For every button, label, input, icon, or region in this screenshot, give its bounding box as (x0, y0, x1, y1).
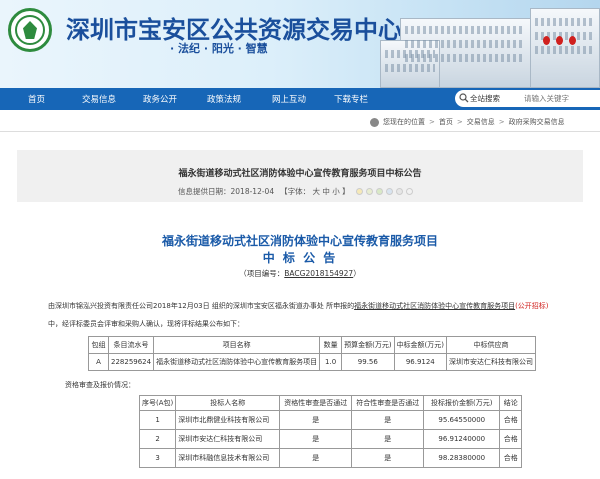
table-cell: 深圳市安达仁科技有限公司 (175, 429, 281, 449)
table-cell: 是 (279, 448, 353, 468)
table-cell: 1.0 (319, 353, 343, 371)
table-cell: 合格 (499, 448, 523, 468)
table-header-cell: 投标人名称 (175, 395, 281, 411)
table-header-cell: 序号(A包) (138, 395, 177, 411)
table-cell: 98.28380000 (423, 448, 501, 468)
font-size-small[interactable]: 小 (332, 187, 340, 196)
table-cell: 合格 (499, 410, 523, 430)
font-size-large[interactable]: 大 (312, 187, 320, 196)
qualification-heading: 资格审查及报价情况： (65, 381, 135, 389)
table-cell: 深圳市科融信息技术有限公司 (175, 448, 281, 468)
breadcrumb: 您现在的位置 > 首页 > 交易信息 > 政府采购交易信息 (370, 115, 565, 129)
project-code: （项目编号：BACG2018154927） (239, 269, 361, 278)
table-row: 3 深圳市科融信息技术有限公司是是 98.28380000 合格 (138, 448, 523, 468)
search-input[interactable] (524, 91, 600, 106)
bg-color-option[interactable] (395, 188, 403, 195)
project-link[interactable]: 福永街道移动式社区消防体验中心宣传教育服务项目 (354, 302, 515, 310)
qualification-table: 序号(A包) 投标人名称 资格性审查是否通过 符合性审查是否通过 投标报价金额(万元) 结… (138, 395, 523, 468)
table-header-cell: 符合性审查是否通过 (351, 395, 425, 411)
bg-color-option[interactable] (385, 188, 393, 195)
notice-subheading: 中 标 公 告 (262, 251, 338, 265)
background-color-picker (355, 188, 413, 195)
notice-paragraph-2: 中，经评标委员会评审和采购人确认，现将评标结果公布如下： (48, 320, 244, 328)
breadcrumb-gov-procurement[interactable]: 政府采购交易信息 (509, 117, 565, 127)
nav-policy[interactable]: 政策法规 (207, 93, 241, 105)
site-logo[interactable] (8, 8, 52, 52)
breadcrumb-prefix: 您现在的位置 (383, 118, 425, 126)
table-cell: 99.56 (341, 353, 395, 371)
table-cell: 是 (351, 429, 425, 449)
table-cell: 深圳市安达仁科技有限公司 (446, 353, 537, 371)
table-cell: 合格 (499, 429, 523, 449)
table-header-cell: 资格性审查是否通过 (279, 395, 353, 411)
table-cell: 96.9124 (393, 353, 448, 371)
table-header-cell: 结论 (499, 395, 523, 411)
table-cell: 是 (279, 410, 353, 430)
breadcrumb-home[interactable]: 首页 (439, 117, 453, 127)
site-header: 深圳市宝安区公共资源交易中心 · 法纪 · 阳光 · 智慧 (0, 0, 600, 88)
bg-color-option[interactable] (375, 188, 383, 195)
table-cell: 是 (279, 429, 353, 449)
table-cell: A (88, 353, 109, 371)
table-row: 2 深圳市安达仁科技有限公司是是 96.91240000 合格 (138, 429, 523, 449)
table-cell: 是 (351, 448, 425, 468)
nav-gov-open[interactable]: 政务公开 (143, 93, 177, 105)
table-cell: 2 (138, 429, 177, 449)
location-icon (370, 117, 379, 127)
building-illustration (380, 0, 600, 88)
table-header-cell: 项目名称 (153, 336, 321, 354)
font-size-medium[interactable]: 中 (322, 187, 330, 196)
table-header-cell: 中标金额(万元) (393, 336, 448, 354)
table-cell: 深圳市北鼎健业科技有限公司 (175, 410, 281, 430)
table-cell: 96.91240000 (423, 429, 501, 449)
table-cell: 1 (138, 410, 177, 430)
announcement-meta: 信息提供日期：2018-12-04 【字体： 大 中 小 】 (178, 186, 413, 197)
nav-downloads[interactable]: 下载专栏 (334, 93, 368, 105)
table-cell: 228259624 (107, 353, 155, 371)
table-header-cell: 预算金额(万元) (341, 336, 395, 354)
search-icon[interactable] (459, 93, 469, 103)
table-cell: 3 (138, 448, 177, 468)
project-code-value: BACG2018154927 (284, 269, 354, 278)
award-result-table: 包组 条目流水号 项目名称 数量 预算金额(万元) 中标金额(万元) 中标供应商 A 2282… (88, 336, 537, 371)
bg-color-option[interactable] (355, 188, 363, 195)
nav-interaction[interactable]: 网上互动 (272, 93, 306, 105)
search-label: 全站搜索 (470, 94, 500, 103)
font-size-label: 【字体： (280, 187, 311, 196)
publish-date: 信息提供日期：2018-12-04 (178, 187, 275, 196)
announcement-title: 福永街道移动式社区消防体验中心宣传教育服务项目中标公告 (178, 169, 422, 179)
notice-heading: 福永街道移动式社区消防体验中心宣传教育服务项目 (161, 234, 438, 248)
nav-trade-info[interactable]: 交易信息 (82, 93, 116, 105)
notice-paragraph-1: 由深圳市锦泓兴投资有限责任公司2018年12月03日 组织的深圳市宝安区福永街道… (48, 302, 549, 310)
divider (0, 131, 600, 132)
breadcrumb-trade-info[interactable]: 交易信息 (467, 117, 495, 127)
table-row: A 228259624 福永街道移动式社区消防体验中心宣传教育服务项目 1.0 99.5… (88, 353, 537, 371)
bg-color-option[interactable] (365, 188, 373, 195)
table-header-cell: 条目流水号 (107, 336, 155, 354)
table-header-cell: 投标报价金额(万元) (423, 395, 501, 411)
bg-color-option[interactable] (405, 188, 413, 195)
table-header-cell: 包组 (88, 336, 109, 354)
table-cell: 95.64550000 (423, 410, 501, 430)
nav-home[interactable]: 首页 (28, 93, 45, 105)
table-cell: 福永街道移动式社区消防体验中心宣传教育服务项目 (153, 353, 321, 371)
table-header-cell: 中标供应商 (446, 336, 537, 354)
table-cell: 是 (351, 410, 425, 430)
table-row: 1 深圳市北鼎健业科技有限公司是是 95.64550000 合格 (138, 410, 523, 430)
site-slogan: · 法纪 · 阳光 · 智慧 (170, 42, 268, 55)
table-header-cell: 数量 (319, 336, 343, 354)
